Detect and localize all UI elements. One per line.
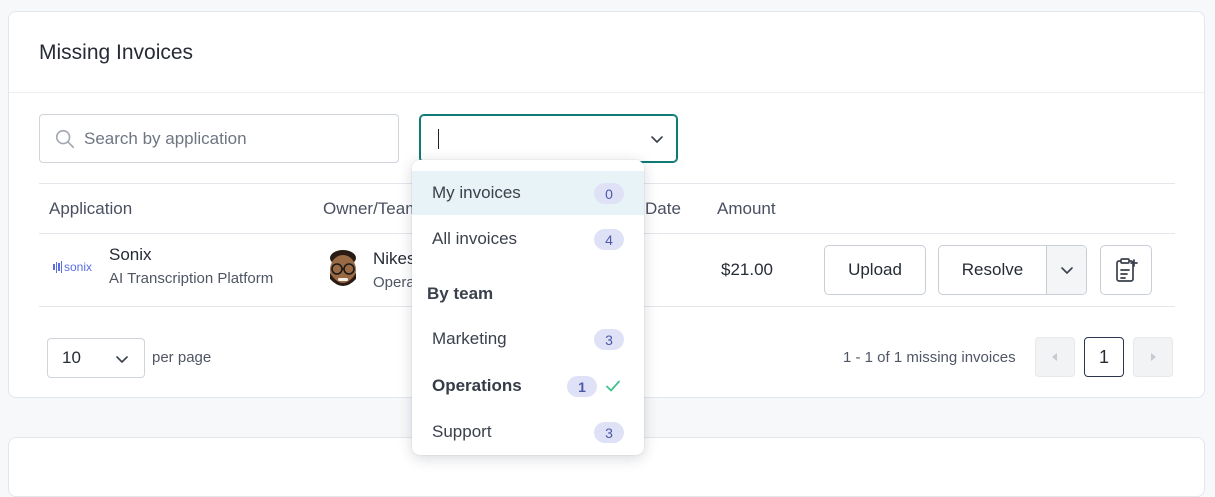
add-note-button[interactable] xyxy=(1100,245,1152,295)
menu-item-all-invoices[interactable]: All invoices 4 xyxy=(412,217,644,261)
invoice-filter-select[interactable] xyxy=(419,114,678,163)
avatar xyxy=(330,250,356,286)
column-header-application[interactable]: Application xyxy=(49,199,132,219)
text-caret xyxy=(438,128,439,149)
sonix-logo-bars xyxy=(53,261,62,273)
menu-item-label: Operations xyxy=(432,376,522,395)
app-description: AI Transcription Platform xyxy=(109,270,274,287)
count-badge: 0 xyxy=(594,183,624,204)
column-header-amount[interactable]: Amount xyxy=(717,199,776,219)
prev-page-button[interactable] xyxy=(1035,337,1075,377)
sonix-logo: sonix xyxy=(53,260,92,274)
search-icon xyxy=(55,129,75,148)
search-box[interactable] xyxy=(39,114,399,163)
menu-group-label: By team xyxy=(427,284,494,303)
per-page-value: 10 xyxy=(62,348,81,367)
invoice-filter-menu: My invoices 0 All invoices 4 By team Mar… xyxy=(412,160,644,455)
count-badge: 3 xyxy=(594,329,624,350)
count-badge: 1 xyxy=(567,376,597,397)
per-page-label: per page xyxy=(152,349,212,366)
menu-item-label: Marketing xyxy=(432,329,507,348)
chevron-right-icon xyxy=(1151,353,1156,361)
resolve-split-button[interactable]: Resolve xyxy=(938,245,1087,295)
column-header-owner-team[interactable]: Owner/Team xyxy=(323,199,419,219)
menu-item-my-invoices[interactable]: My invoices 0 xyxy=(412,171,644,215)
column-header-date[interactable]: Date xyxy=(645,199,681,219)
menu-item-label: All invoices xyxy=(432,229,518,248)
clipboard-plus-icon xyxy=(1116,258,1138,282)
next-page-button[interactable] xyxy=(1133,337,1173,377)
invoice-amount: $21.00 xyxy=(721,260,773,279)
app-logo-text: sonix xyxy=(64,260,93,274)
menu-item-marketing[interactable]: Marketing 3 xyxy=(412,317,644,361)
search-input[interactable] xyxy=(84,128,384,149)
per-page-select[interactable]: 10 xyxy=(47,338,145,378)
resolve-button[interactable]: Resolve xyxy=(939,260,1046,280)
upload-button[interactable]: Upload xyxy=(824,245,926,295)
menu-item-operations[interactable]: Operations 1 xyxy=(412,364,644,408)
menu-item-label: Support xyxy=(432,422,492,441)
chevron-down-icon xyxy=(116,356,128,363)
count-badge: 4 xyxy=(594,229,624,250)
chevron-down-icon xyxy=(1060,267,1073,274)
chevron-left-icon xyxy=(1052,353,1057,361)
owner-name: Nikes xyxy=(373,249,416,268)
checkmark-icon xyxy=(606,380,620,392)
menu-item-support[interactable]: Support 3 xyxy=(412,410,644,454)
menu-item-label: My invoices xyxy=(432,183,521,202)
app-name[interactable]: Sonix xyxy=(109,245,152,265)
page-number-button[interactable]: 1 xyxy=(1084,337,1124,377)
card-title: Missing Invoices xyxy=(39,41,194,64)
pagination-range: 1 - 1 of 1 missing invoices xyxy=(843,349,1016,366)
chevron-down-icon[interactable] xyxy=(649,131,665,147)
header-divider xyxy=(9,92,1204,93)
count-badge: 3 xyxy=(594,422,624,443)
resolve-dropdown-toggle[interactable] xyxy=(1046,246,1086,294)
